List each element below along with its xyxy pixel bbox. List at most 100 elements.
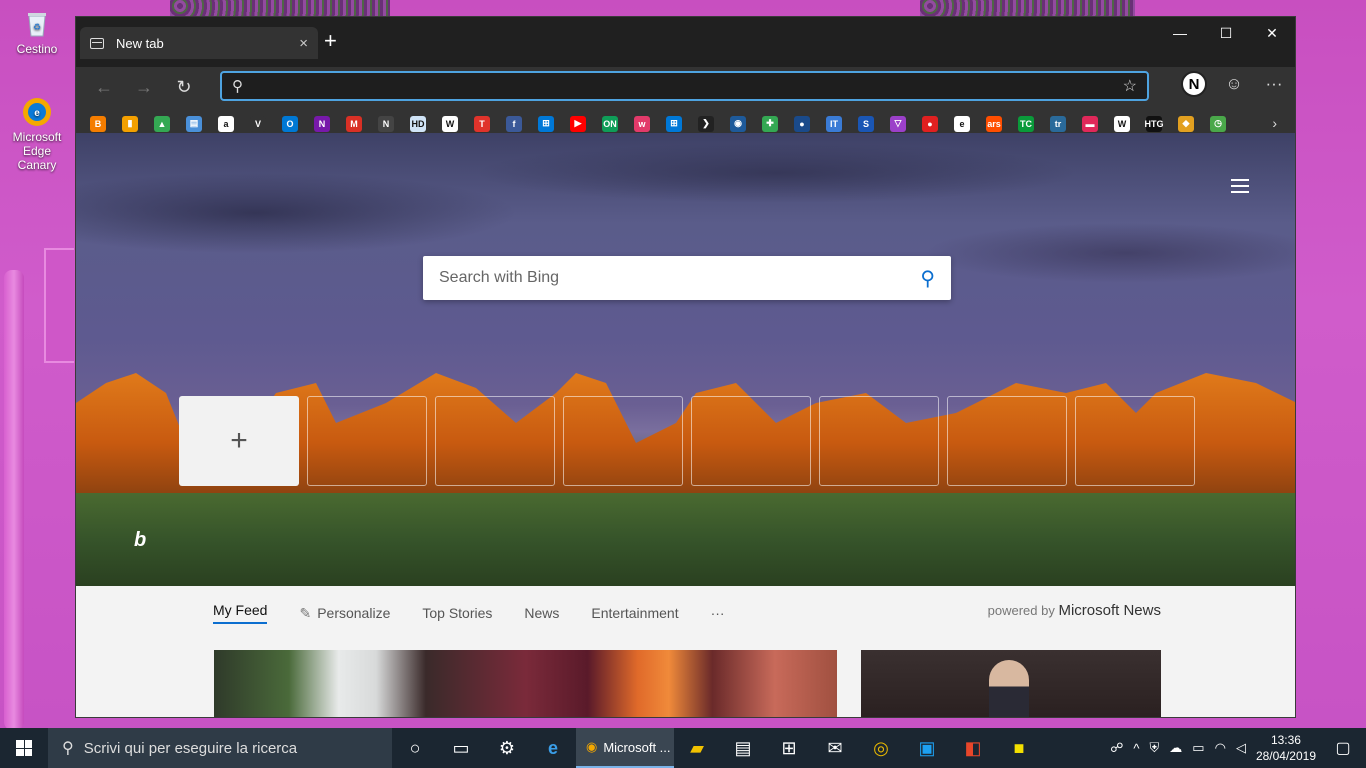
- quick-link-tile[interactable]: [819, 396, 939, 486]
- tc-icon[interactable]: TC: [1018, 115, 1034, 132]
- e-icon[interactable]: e: [954, 115, 970, 132]
- store-icon[interactable]: ▤: [186, 115, 202, 132]
- minimize-button[interactable]: —: [1157, 17, 1203, 49]
- profile-avatar[interactable]: N: [1181, 71, 1207, 97]
- n-icon[interactable]: N: [378, 115, 394, 132]
- system-clock[interactable]: 13:36 28/04/2019: [1256, 732, 1316, 764]
- tab-my-feed[interactable]: My Feed: [213, 602, 268, 624]
- triangle-icon[interactable]: ▽: [890, 115, 906, 132]
- address-input[interactable]: [251, 78, 1123, 94]
- store-icon[interactable]: ⊞: [766, 728, 812, 768]
- tray-overflow-chevron-icon[interactable]: ^: [1133, 741, 1139, 756]
- defender-shield-icon[interactable]: ⛨: [1150, 740, 1160, 756]
- feed-more-button[interactable]: ···: [711, 605, 725, 621]
- globe-icon[interactable]: ◉: [730, 115, 746, 132]
- sticky-notes-icon[interactable]: ■: [996, 728, 1042, 768]
- settings-more-button[interactable]: ···: [1261, 74, 1287, 94]
- file-explorer-icon[interactable]: ▰: [674, 728, 720, 768]
- battery-icon[interactable]: ▭: [1192, 740, 1204, 756]
- quick-link-tile[interactable]: [691, 396, 811, 486]
- tab-entertainment[interactable]: Entertainment: [591, 605, 678, 621]
- v-icon[interactable]: V: [250, 115, 266, 132]
- facebook-icon[interactable]: f: [506, 115, 522, 132]
- youtube-icon[interactable]: ▶: [570, 115, 586, 132]
- w2-icon[interactable]: w: [634, 115, 650, 132]
- mail-icon[interactable]: ✉: [812, 728, 858, 768]
- gmail-icon[interactable]: M: [346, 115, 362, 132]
- refresh-button[interactable]: ↻: [164, 71, 204, 103]
- quick-link-tile[interactable]: [947, 396, 1067, 486]
- blogger-icon[interactable]: B: [90, 115, 106, 132]
- hd-icon[interactable]: HD: [410, 115, 426, 132]
- volume-icon[interactable]: ◁: [1236, 740, 1246, 756]
- w3-icon[interactable]: W: [1114, 115, 1130, 132]
- tab-top-stories[interactable]: Top Stories: [422, 605, 492, 621]
- people-icon[interactable]: ☍: [1110, 740, 1123, 756]
- circle-icon[interactable]: ●: [794, 115, 810, 132]
- bing-search-box[interactable]: Search with Bing ⚲: [423, 256, 951, 300]
- htg-icon[interactable]: HTG: [1145, 115, 1164, 132]
- close-window-button[interactable]: ✕: [1249, 17, 1295, 49]
- wifi-icon[interactable]: ◠: [1215, 740, 1226, 756]
- back-button[interactable]: ←: [84, 71, 124, 103]
- on-icon[interactable]: ON: [602, 115, 618, 132]
- start-button[interactable]: [0, 728, 48, 768]
- edge-icon[interactable]: e: [530, 728, 576, 768]
- favorite-star-icon[interactable]: ☆: [1123, 76, 1137, 96]
- s-icon[interactable]: S: [858, 115, 874, 132]
- t-icon[interactable]: T: [474, 115, 490, 132]
- tab-news[interactable]: News: [524, 605, 559, 621]
- outlook-icon[interactable]: O: [282, 115, 298, 132]
- page-settings-menu-icon[interactable]: [1231, 179, 1249, 197]
- cortana-icon[interactable]: ○: [392, 728, 438, 768]
- taskbar-search-box[interactable]: ⚲ Scrivi qui per eseguire la ricerca: [48, 728, 392, 768]
- onedrive-cloud-icon[interactable]: ☁: [1169, 740, 1182, 756]
- new-tab-button[interactable]: +: [324, 30, 337, 52]
- tab-close-button[interactable]: ×: [299, 35, 308, 52]
- settings-gear-icon[interactable]: ⚙: [484, 728, 530, 768]
- feedback-smiley-icon[interactable]: ☺: [1221, 74, 1247, 94]
- desktop-icon-recycle-bin[interactable]: ♻ Cestino: [2, 8, 72, 56]
- task-view-icon[interactable]: ▭: [438, 728, 484, 768]
- windows-icon[interactable]: ⊞: [538, 115, 554, 132]
- windows2-icon[interactable]: ⊞: [666, 115, 682, 132]
- cube-icon[interactable]: ◆: [1178, 115, 1194, 132]
- plus-color-icon[interactable]: ✚: [762, 115, 778, 132]
- bing-logo-icon[interactable]: b: [134, 529, 146, 552]
- analytics-icon[interactable]: ▮: [122, 115, 138, 132]
- ars-icon[interactable]: ars: [986, 115, 1002, 132]
- drive-icon[interactable]: ▲: [154, 115, 170, 132]
- action-center-icon[interactable]: ▢: [1326, 738, 1360, 758]
- quick-link-tile[interactable]: [563, 396, 683, 486]
- taskbar-app-edge-canary[interactable]: ◉ Microsoft ...: [576, 728, 674, 768]
- quick-link-tile[interactable]: [307, 396, 427, 486]
- favorites-overflow-chevron-icon[interactable]: ›: [1272, 115, 1277, 131]
- news-card-basketball-image[interactable]: [861, 650, 1161, 717]
- quick-link-tile[interactable]: [435, 396, 555, 486]
- onenote-icon[interactable]: N: [314, 115, 330, 132]
- svg-text:♻: ♻: [33, 22, 41, 32]
- desktop-icon-edge-canary[interactable]: e Microsoft Edge Canary: [2, 96, 72, 172]
- pink-icon[interactable]: ▬: [1082, 115, 1098, 132]
- news-card-vegetables-image[interactable]: [214, 650, 837, 717]
- tab-new-tab[interactable]: New tab ×: [80, 27, 318, 59]
- search-icon[interactable]: ⚲: [920, 266, 935, 291]
- red-circle-icon[interactable]: ●: [922, 115, 938, 132]
- window-app-icon[interactable]: ▤: [720, 728, 766, 768]
- maximize-button[interactable]: ☐: [1203, 17, 1249, 49]
- tr-icon[interactable]: tr: [1050, 115, 1066, 132]
- w-icon[interactable]: W: [442, 115, 458, 132]
- powered-brand[interactable]: Microsoft News: [1058, 602, 1161, 619]
- itpro-icon[interactable]: IT: [826, 115, 842, 132]
- quick-link-tile[interactable]: [1075, 396, 1195, 486]
- chrome-icon[interactable]: ◎: [858, 728, 904, 768]
- twitter-icon[interactable]: ▣: [904, 728, 950, 768]
- office-icon[interactable]: ◧: [950, 728, 996, 768]
- forward-button[interactable]: →: [124, 71, 164, 103]
- add-quick-link-button[interactable]: +: [179, 396, 299, 486]
- tab-personalize[interactable]: ✎ Personalize: [299, 605, 390, 622]
- amazon-icon[interactable]: a: [218, 115, 234, 132]
- address-bar[interactable]: ⚲ ☆: [220, 71, 1149, 101]
- clock-icon[interactable]: ◷: [1210, 115, 1226, 132]
- arrow-icon[interactable]: ❯: [698, 115, 714, 132]
